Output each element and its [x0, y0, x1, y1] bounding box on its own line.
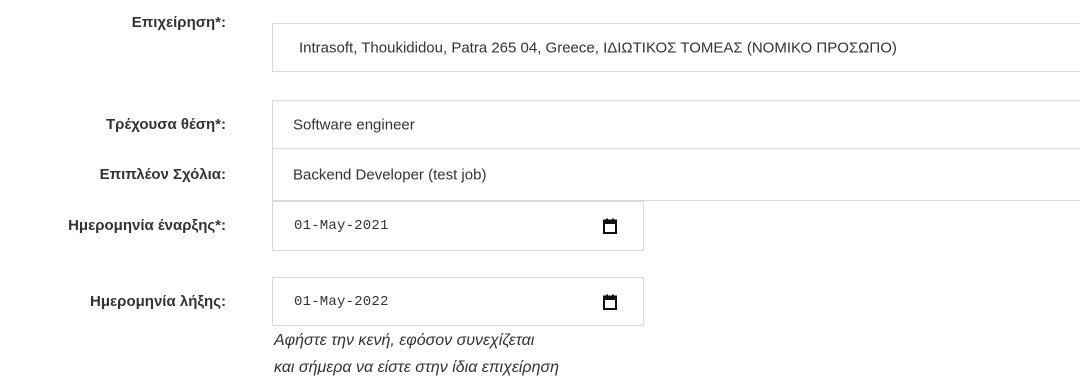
employment-form: Επιχείρηση*: Intrasoft, Thoukididou, Pat… — [0, 0, 1080, 386]
company-value: Intrasoft, Thoukididou, Patra 265 04, Gr… — [299, 39, 897, 56]
company-label: Επιχείρηση*: — [131, 14, 226, 31]
start-date-label: Ημερομηνία έναρξης*: — [68, 217, 226, 234]
comments-value: Backend Developer (test job) — [293, 166, 487, 183]
calendar-icon[interactable] — [603, 218, 617, 234]
company-field[interactable]: Intrasoft, Thoukididou, Patra 265 04, Gr… — [272, 23, 1080, 72]
position-value: Software engineer — [293, 116, 415, 133]
end-date-input[interactable]: 01-May-2022 — [272, 277, 644, 326]
position-field[interactable]: Software engineer — [272, 100, 1080, 149]
start-date-value: 01-May-2021 — [294, 218, 389, 234]
start-date-input[interactable]: 01-May-2021 — [272, 201, 644, 251]
end-date-label: Ημερομηνία λήξης: — [90, 293, 226, 310]
calendar-icon[interactable] — [603, 294, 617, 310]
comments-label: Επιπλέον Σχόλια: — [99, 166, 226, 183]
position-label: Τρέχουσα θέση*: — [106, 116, 226, 133]
comments-field[interactable]: Backend Developer (test job) — [272, 148, 1080, 201]
end-date-help-line1: Αφήστε την κενή, εφόσον συνεχίζεται — [274, 332, 535, 349]
end-date-help-line2: και σήμερα να είστε στην ίδια επιχείρηση — [274, 359, 559, 376]
end-date-value: 01-May-2022 — [294, 293, 389, 310]
